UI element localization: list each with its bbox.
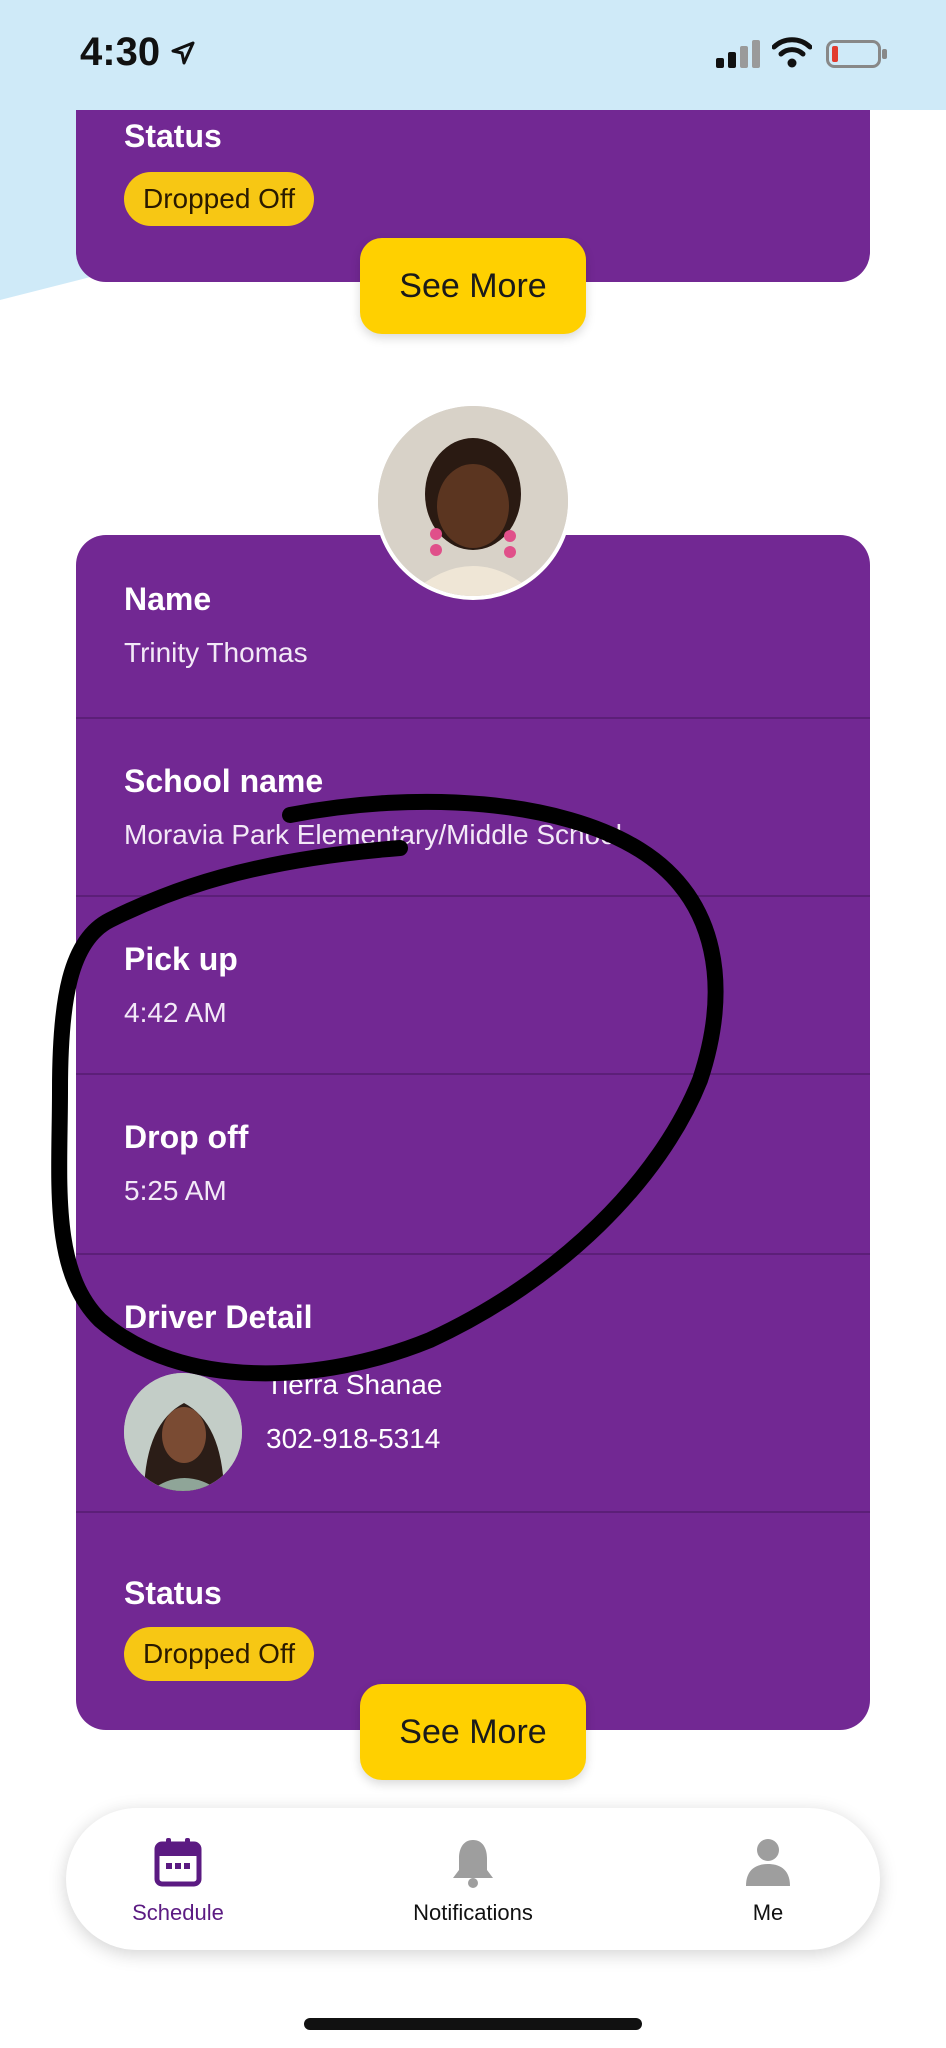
pickup-section: Pick up 4:42 AM xyxy=(76,895,870,1075)
tab-schedule[interactable]: Schedule xyxy=(78,1808,278,1950)
dropoff-label: Drop off xyxy=(124,1119,249,1155)
school-name: Moravia Park Elementary/Middle School xyxy=(124,819,622,850)
driver-name: Tierra Shanae xyxy=(266,1369,443,1400)
driver-avatar xyxy=(124,1373,242,1491)
location-arrow-icon xyxy=(171,41,195,65)
driver-section: Driver Detail Tierra Shanae 302-918-5314 xyxy=(76,1253,870,1513)
status-label: Status xyxy=(124,118,222,154)
tab-label: Me xyxy=(752,1900,784,1925)
pickup-time: 4:42 AM xyxy=(124,997,227,1028)
name-label: Name xyxy=(124,581,212,617)
school-section: School name Moravia Park Elementary/Midd… xyxy=(76,717,870,897)
status-bar: 4:30 xyxy=(0,0,946,110)
dropoff-time: 5:25 AM xyxy=(124,1175,227,1206)
see-more-button[interactable]: See More xyxy=(360,238,586,334)
battery-icon xyxy=(826,40,887,68)
home-indicator[interactable] xyxy=(304,2018,642,2030)
bottom-tab-bar: Schedule Notifications Me xyxy=(66,1808,880,1950)
tab-label: Notifications xyxy=(413,1900,533,1925)
status-badge: Dropped Off xyxy=(124,172,314,226)
student-avatar xyxy=(374,402,572,600)
status-time: 4:30 xyxy=(80,30,161,74)
status-label: Status xyxy=(124,1575,222,1611)
calendar-icon xyxy=(154,1838,202,1887)
student-name: Trinity Thomas xyxy=(124,637,308,668)
driver-phone[interactable]: 302-918-5314 xyxy=(266,1423,440,1455)
driver-detail-label: Driver Detail xyxy=(124,1299,313,1335)
cellular-signal-icon xyxy=(716,40,760,68)
tab-label: Schedule xyxy=(132,1900,224,1925)
school-label: School name xyxy=(124,763,324,799)
tab-notifications[interactable]: Notifications xyxy=(373,1808,573,1950)
bell-icon xyxy=(453,1840,493,1888)
wifi-icon xyxy=(772,37,812,68)
person-icon xyxy=(746,1839,790,1886)
student-photo xyxy=(378,406,568,596)
dropoff-section: Drop off 5:25 AM xyxy=(76,1073,870,1255)
tab-me[interactable]: Me xyxy=(668,1808,868,1950)
see-more-button[interactable]: See More xyxy=(360,1684,586,1780)
status-badge: Dropped Off xyxy=(124,1627,314,1681)
driver-photo xyxy=(124,1373,242,1491)
student-card: Name Trinity Thomas School name Moravia … xyxy=(76,535,870,1730)
pickup-label: Pick up xyxy=(124,941,238,977)
